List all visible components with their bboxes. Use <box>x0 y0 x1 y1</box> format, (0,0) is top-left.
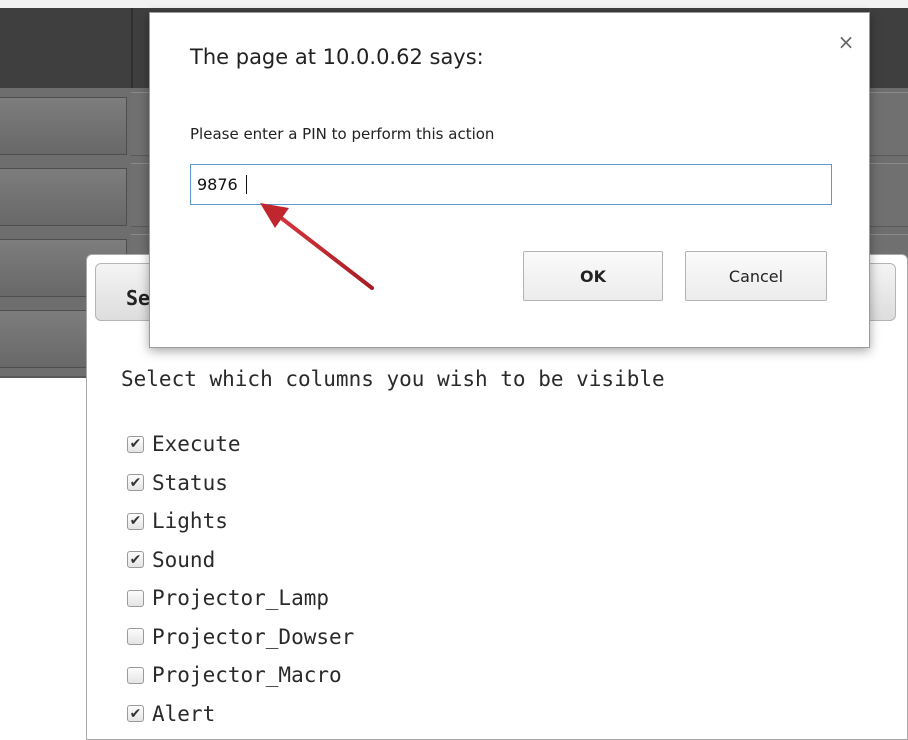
header-divider <box>131 8 133 88</box>
column-dialog-prompt: Select which columns you wish to be visi… <box>121 367 665 391</box>
checkbox-checked[interactable]: ✔ <box>127 474 144 492</box>
prompt-message: Please enter a PIN to perform this actio… <box>190 125 495 143</box>
column-option[interactable]: Projector_Macro <box>127 656 354 695</box>
text-caret <box>246 175 247 194</box>
column-option-label: Status <box>152 470 228 495</box>
row-button[interactable] <box>0 97 127 155</box>
checkbox-checked[interactable]: ✔ <box>127 551 144 569</box>
column-option-label: Projector_Macro <box>152 663 342 688</box>
pin-input[interactable] <box>190 164 832 205</box>
column-option-label: Lights <box>152 509 228 534</box>
column-option-label: Projector_Lamp <box>152 586 330 611</box>
column-option-label: Alert <box>152 701 216 726</box>
column-list: ✔ Execute ✔ Status ✔ Lights ✔ Sound Projector_La… <box>127 425 354 733</box>
checkmark-icon: ✔ <box>129 474 142 491</box>
checkmark-icon: ✔ <box>129 705 142 722</box>
column-option[interactable]: ✔ Lights <box>127 502 354 541</box>
checkmark-icon: ✔ <box>129 551 142 568</box>
column-option-label: Sound <box>152 547 216 572</box>
column-option[interactable]: ✔ Alert <box>127 695 354 734</box>
column-option[interactable]: ✔ Sound <box>127 541 354 580</box>
column-option-label: Execute <box>152 432 241 457</box>
checkbox-unchecked[interactable] <box>127 628 144 646</box>
checkmark-icon: ✔ <box>129 436 142 453</box>
pin-prompt-dialog: The page at 10.0.0.62 says: × Please ent… <box>149 12 870 348</box>
row-button[interactable] <box>0 168 127 226</box>
checkbox-checked[interactable]: ✔ <box>127 435 144 453</box>
column-dialog-title: Se <box>126 286 151 310</box>
column-option-label: Projector_Dowser <box>152 624 355 649</box>
checkbox-checked[interactable]: ✔ <box>127 512 144 530</box>
checkbox-checked[interactable]: ✔ <box>127 705 144 723</box>
checkbox-unchecked[interactable] <box>127 589 144 607</box>
column-option[interactable]: ✔ Status <box>127 464 354 503</box>
checkbox-unchecked[interactable] <box>127 666 144 684</box>
column-option[interactable]: Projector_Lamp <box>127 579 354 618</box>
ok-button[interactable]: OK <box>523 251 663 301</box>
cancel-button[interactable]: Cancel <box>685 251 827 301</box>
close-icon[interactable]: × <box>836 31 856 53</box>
prompt-title: The page at 10.0.0.62 says: <box>190 45 484 69</box>
column-option[interactable]: ✔ Execute <box>127 425 354 464</box>
column-option[interactable]: Projector_Dowser <box>127 618 354 657</box>
checkmark-icon: ✔ <box>129 513 142 530</box>
